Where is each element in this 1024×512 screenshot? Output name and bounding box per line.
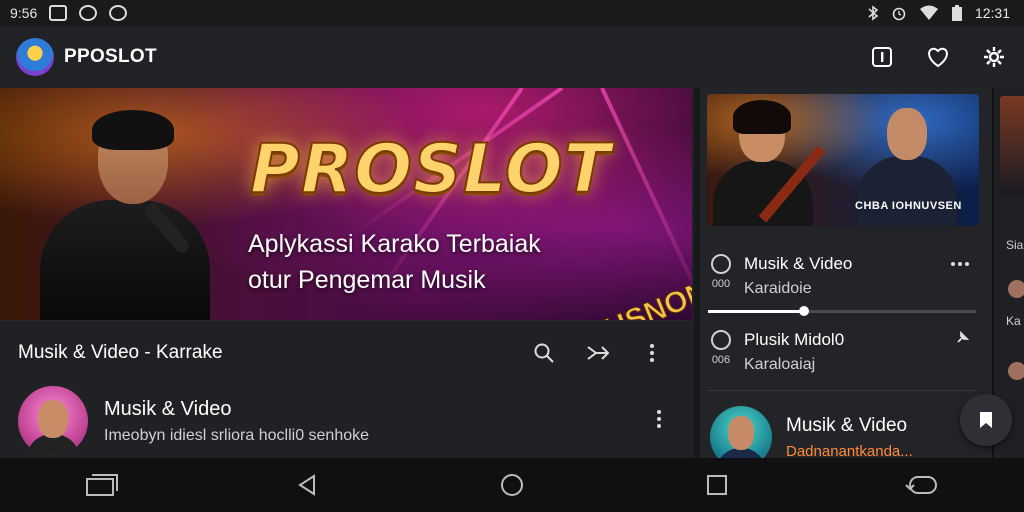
hero-banner[interactable]: PROSLOT Aplykassi Karako Terbaiak otur P… bbox=[0, 88, 692, 320]
back-button[interactable] bbox=[287, 465, 327, 505]
video-thumbnail[interactable]: CHBA IOHNUVSEN bbox=[707, 94, 979, 226]
home-button[interactable] bbox=[492, 465, 532, 505]
side-separator bbox=[708, 390, 976, 391]
settings-icon bbox=[984, 47, 1004, 67]
hero-subtitle-line1: Aplykassi Karako Terbaiak bbox=[248, 230, 541, 258]
list-item-title: Musik & Video bbox=[104, 397, 232, 420]
avatar bbox=[1008, 362, 1024, 380]
preview-text: Ka bbox=[1006, 314, 1021, 328]
section-header: Musik & Video - Karrake bbox=[0, 320, 692, 384]
hero-subtitle-line2: otur Pengemar Musik bbox=[248, 266, 486, 294]
hero-singer-image bbox=[40, 108, 210, 320]
side-item-count: 000 bbox=[711, 278, 731, 290]
music-icon bbox=[711, 254, 731, 274]
section-more-button[interactable] bbox=[638, 339, 666, 367]
pin-button[interactable] bbox=[956, 330, 978, 349]
side-item-title: Musik & Video bbox=[744, 254, 853, 273]
video-thumbnail bbox=[1000, 96, 1024, 196]
playback-progress[interactable] bbox=[708, 306, 976, 316]
rotate-icon bbox=[904, 476, 937, 494]
settings-button[interactable] bbox=[980, 43, 1008, 71]
side-item-title: Plusik Midol0 bbox=[744, 330, 845, 349]
list-item-more-button[interactable] bbox=[656, 409, 674, 434]
bluetooth-icon bbox=[868, 5, 879, 21]
recents-button[interactable] bbox=[82, 465, 122, 505]
side-panel: CHBA IOHNUVSEN 000 Musik & Video Karaido… bbox=[700, 88, 992, 468]
battery-icon bbox=[951, 5, 962, 21]
heart-icon bbox=[928, 47, 948, 68]
bookmark-icon bbox=[980, 412, 992, 428]
share-button[interactable] bbox=[584, 339, 612, 367]
more-icon bbox=[657, 409, 661, 428]
list-item-description: Imeobyn idiesl srliora hoclli0 senhoke bbox=[104, 426, 370, 444]
wifi-icon bbox=[919, 5, 938, 20]
app-logo bbox=[16, 38, 54, 76]
side-item-more-button[interactable] bbox=[950, 254, 978, 272]
notification-icon bbox=[79, 5, 98, 21]
back-icon bbox=[298, 474, 316, 496]
recents-icon bbox=[86, 474, 119, 496]
navigation-bar bbox=[0, 458, 1024, 512]
side-item-subtitle: Karaidoie bbox=[744, 280, 812, 297]
gallery-icon bbox=[49, 5, 68, 21]
section-title: Musik & Video - Karrake bbox=[18, 341, 223, 363]
avatar bbox=[18, 386, 88, 456]
app-bar: PPOSLOT bbox=[0, 26, 1024, 88]
app-notification-icon bbox=[109, 5, 128, 21]
pin-icon bbox=[957, 330, 970, 343]
side-item-title: Musik & Video bbox=[786, 414, 908, 436]
info-button[interactable] bbox=[868, 43, 896, 71]
overview-button[interactable] bbox=[697, 465, 737, 505]
side-item-count: 006 bbox=[711, 354, 731, 366]
hero-title: PROSLOT bbox=[249, 129, 612, 210]
search-icon bbox=[534, 343, 554, 363]
list-item[interactable]: Musik & Video Imeobyn idiesl srliora hoc… bbox=[0, 384, 692, 458]
more-icon bbox=[650, 343, 654, 362]
home-icon bbox=[500, 474, 523, 496]
bookmark-fab[interactable] bbox=[960, 394, 1012, 446]
share-icon bbox=[587, 345, 610, 360]
search-button[interactable] bbox=[530, 339, 558, 367]
info-icon bbox=[872, 47, 892, 67]
status-time-left: 9:56 bbox=[10, 5, 38, 21]
app-title: PPOSLOT bbox=[64, 46, 157, 67]
music-icon bbox=[711, 330, 731, 350]
hero-badge: KUSNON bbox=[580, 274, 692, 320]
more-icon bbox=[951, 262, 969, 266]
side-list-item[interactable]: 000 Musik & Video Karaidoie bbox=[708, 254, 978, 298]
status-time-right: 12:31 bbox=[974, 5, 1010, 21]
thumbnail-caption: CHBA IOHNUVSEN bbox=[855, 200, 962, 212]
side-item-subtitle: Dadnanantkanda... bbox=[786, 442, 913, 460]
avatar bbox=[1008, 280, 1024, 298]
side-item-subtitle: Karaloaiaj bbox=[744, 356, 816, 373]
rotate-button[interactable] bbox=[902, 465, 942, 505]
alarm-icon bbox=[892, 7, 906, 21]
side-list-item[interactable]: 006 Plusik Midol0 Karaloaiaj bbox=[708, 330, 978, 374]
overview-icon bbox=[706, 475, 727, 495]
favorite-button[interactable] bbox=[924, 43, 952, 71]
preview-text: Sia bbox=[1006, 238, 1024, 252]
progress-handle[interactable] bbox=[799, 306, 810, 316]
status-bar: 9:56 12:31 bbox=[0, 0, 1024, 26]
